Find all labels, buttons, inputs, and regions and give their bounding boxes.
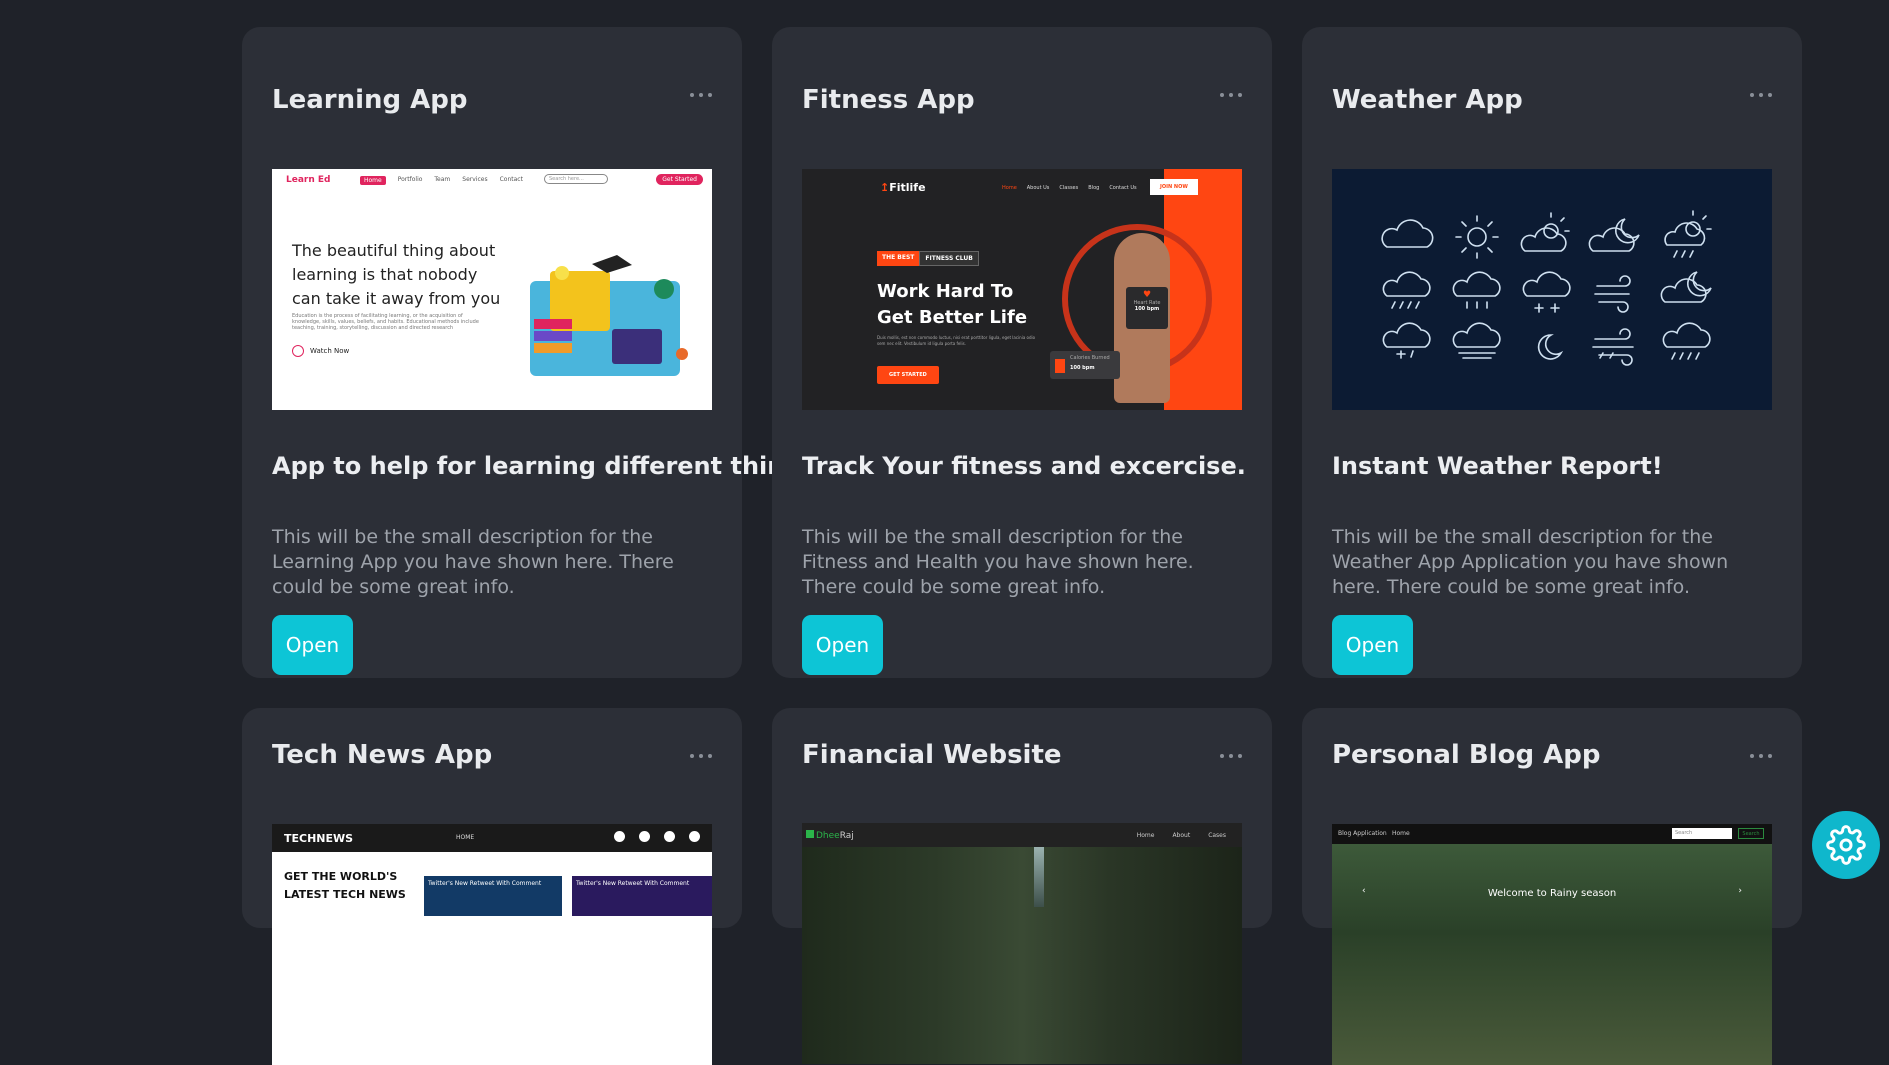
card-thumbnail: Blog Application Home Search Search ‹ › …: [1332, 824, 1772, 1065]
more-options-icon[interactable]: [1220, 754, 1242, 758]
card-tech-news-app: Tech News App TECHNEWS HOME GET THE WORL…: [242, 708, 742, 1065]
cloudy-night-icon: [1588, 218, 1640, 252]
thumb-nav-link: About: [1172, 832, 1191, 839]
settings-button[interactable]: [1812, 811, 1880, 879]
card-title: Fitness App: [802, 85, 975, 115]
thumb-logo: ↥Fitlife: [880, 181, 926, 194]
thumb-search: Search: [1672, 828, 1732, 839]
card-description: This will be the small description for t…: [272, 526, 674, 598]
weather-icons-grid: [1381, 210, 1712, 366]
news-tile: Twitter's New Retweet With Comment: [572, 876, 712, 916]
card-weather-app: Weather App Instant Weather Report! This…: [1302, 27, 1802, 678]
card-thumbnail: [1332, 169, 1772, 410]
thumb-headline: GET THE WORLD'S LATEST TECH NEWS: [284, 870, 406, 901]
card-title: Personal Blog App: [1332, 740, 1601, 770]
gear-icon: [1826, 825, 1866, 865]
thumb-nav-link: Blog: [1088, 185, 1100, 191]
twitter-icon: [639, 831, 650, 842]
snow-icon: [1522, 271, 1571, 313]
card-subtitle: App to help for learning different thing…: [272, 452, 825, 480]
thumb-nav-link: Home: [1392, 830, 1410, 837]
card-thumbnail: DheeRaj Home About Cases: [802, 823, 1242, 1064]
calories-card: Calories Burned 100 bpm: [1050, 351, 1120, 379]
thumb-caption: Welcome to Rainy season: [1487, 888, 1617, 899]
more-options-icon[interactable]: [690, 754, 712, 758]
thumb-logo: DheeRaj: [806, 830, 854, 841]
moon-icon: [1537, 334, 1564, 360]
card-title: Learning App: [272, 85, 468, 115]
social-icons: [614, 831, 700, 842]
night-cloud-icon: [1660, 271, 1712, 303]
thumb-logo: TECHNEWS: [284, 832, 354, 845]
card-thumbnail: ↥Fitlife Home About Us Classes Blog Cont…: [802, 169, 1242, 410]
card-thumbnail: Learn Ed Home Portfolio Team Services Co…: [272, 169, 712, 410]
thumb-nav-link: Cases: [1208, 832, 1226, 839]
card-personal-blog-app: Personal Blog App Blog Application Home …: [1302, 708, 1802, 1065]
card-subtitle: Instant Weather Report!: [1332, 452, 1663, 480]
heart-rate-card: ♥ Heart Rate 100 bpm: [1126, 287, 1168, 329]
card-description: This will be the small description for t…: [802, 526, 1194, 598]
partly-sunny-icon: [1520, 212, 1570, 252]
facebook-icon: [614, 831, 625, 842]
card-subtitle: Track Your fitness and excercise.: [802, 452, 1246, 480]
thumb-headline: Work Hard To Get Better Life: [877, 281, 1028, 328]
fog-icon: [1452, 322, 1501, 359]
card-financial-website: Financial Website DheeRaj Home About Cas…: [772, 708, 1272, 1064]
card-title: Tech News App: [272, 740, 493, 770]
more-options-icon[interactable]: [1750, 754, 1772, 758]
bar-chart-icon: [1055, 359, 1065, 373]
instagram-icon: [664, 831, 675, 842]
thumb-join: JOIN NOW: [1150, 179, 1198, 195]
heart-icon: ♥: [1142, 290, 1152, 300]
card-learning-app: Learning App Learn Ed Home Portfolio Tea…: [242, 27, 825, 678]
more-options-icon[interactable]: [690, 93, 712, 97]
open-button[interactable]: Open: [272, 615, 353, 675]
learning-illustration: [530, 255, 688, 376]
thumb-nav-link: About Us: [1026, 185, 1050, 191]
cloud-icon: [1381, 219, 1434, 248]
sleet-icon: [1382, 322, 1431, 359]
thumb-nav-link: Contact Us: [1109, 185, 1137, 191]
thumb-button: GET STARTED: [877, 366, 939, 384]
sun-rain-icon: [1664, 210, 1712, 258]
wind-rain-icon: [1592, 328, 1634, 366]
open-button[interactable]: Open: [1332, 615, 1413, 675]
thumb-nav-link: Home: [1002, 185, 1017, 191]
forest-image: [802, 847, 1242, 1064]
thumb-tag: THE BEST FITNESS CLUB: [877, 251, 979, 266]
more-options-icon[interactable]: [1220, 93, 1242, 97]
thumb-nav-link: Classes: [1059, 185, 1079, 191]
more-options-icon[interactable]: [1750, 93, 1772, 97]
rain-icon: [1452, 271, 1501, 309]
thumb-search-button: Search: [1738, 828, 1764, 839]
thumb-nav-link: Home: [1136, 832, 1155, 839]
wind-icon: [1594, 275, 1631, 313]
youtube-icon: [689, 831, 700, 842]
open-button[interactable]: Open: [802, 615, 883, 675]
sun-icon: [1455, 215, 1499, 259]
logo-icon: [806, 830, 814, 838]
card-title: Financial Website: [802, 740, 1062, 770]
storm-rain-icon: [1382, 271, 1431, 309]
news-tile: Twitter's New Retweet With Comment: [424, 876, 562, 916]
thumb-nav-link: HOME: [456, 834, 475, 841]
thumb-blurb: Duis mollis, est non commodo luctus, nis…: [877, 335, 1036, 346]
card-thumbnail: TECHNEWS HOME GET THE WORLD'S LATEST TECH…: [272, 824, 712, 1065]
thumb-logo: Blog Application: [1338, 830, 1387, 837]
forest-image: [1332, 844, 1772, 1065]
card-fitness-app: Fitness App ↥Fitlife Home About Us Class…: [772, 27, 1272, 678]
heavy-rain-icon: [1662, 322, 1711, 360]
card-description: This will be the small description for t…: [1332, 526, 1729, 598]
card-title: Weather App: [1332, 85, 1523, 115]
